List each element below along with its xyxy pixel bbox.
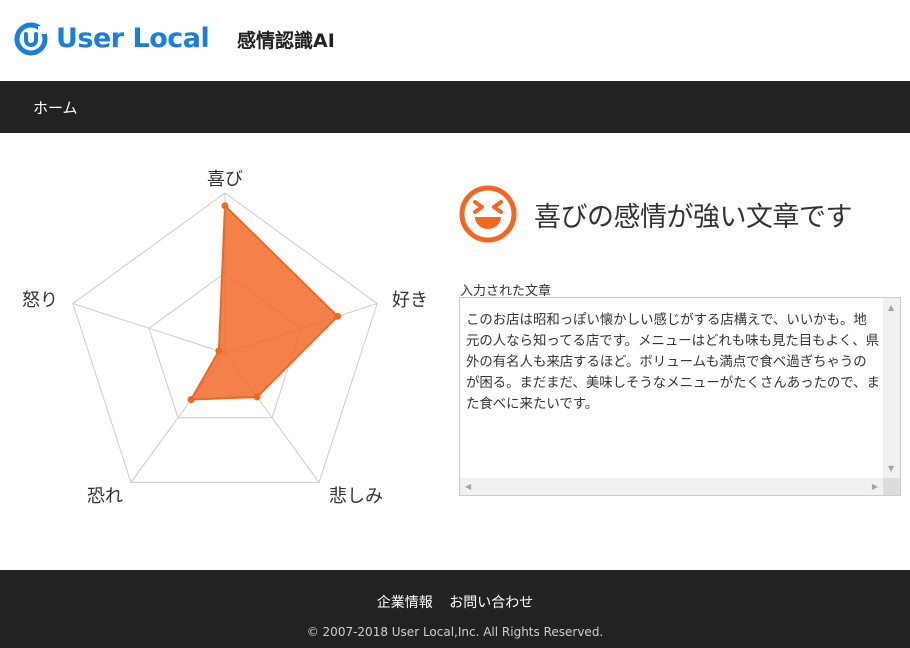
product-name: 感情認識AI — [237, 30, 335, 52]
laughing-face-icon — [459, 185, 517, 243]
copyright: © 2007-2018 User Local,Inc. All Rights R… — [306, 625, 604, 639]
nav-item-home[interactable]: ホーム — [33, 97, 78, 118]
radar-label-joy: 喜び — [207, 169, 243, 190]
radar-spoke — [72, 303, 226, 354]
radar-point-like — [334, 312, 342, 320]
scroll-up-icon[interactable]: ▲ — [888, 304, 894, 312]
radar-label-sadness: 悲しみ — [329, 486, 383, 507]
radar-point-anger — [215, 347, 223, 355]
input-text: このお店は昭和っぽい懐かしい感じがする店構えで、いいかも。地元の人なら知ってる店… — [466, 313, 880, 412]
main-nav: ホーム — [0, 81, 910, 133]
scroll-down-icon[interactable]: ▼ — [888, 465, 894, 473]
radar-point-fear — [187, 396, 195, 404]
horizontal-scrollbar[interactable]: ◀ ▶ — [460, 478, 883, 495]
site-footer: 企業情報 お問い合わせ © 2007-2018 User Local,Inc. … — [0, 570, 910, 648]
footer-links: 企業情報 お問い合わせ — [0, 592, 910, 612]
logo[interactable]: User Local — [14, 22, 210, 56]
radar-point-joy — [221, 202, 229, 210]
radar-label-like: 好き — [392, 290, 428, 311]
logo-text: User Local — [56, 23, 210, 54]
vertical-scrollbar[interactable]: ▲ ▼ — [883, 298, 900, 479]
radar-label-fear: 恐れ — [87, 486, 123, 507]
result-title: 喜びの感情が強い文章です — [534, 201, 853, 233]
result-header: 喜びの感情が強い文章です — [458, 183, 898, 245]
scroll-left-icon[interactable]: ◀ — [465, 483, 471, 491]
radar-data-area — [189, 203, 340, 401]
radar-label-anger: 怒り — [22, 290, 58, 311]
footer-link-contact[interactable]: お問い合わせ — [449, 595, 533, 611]
scrollbar-corner — [883, 478, 900, 495]
site-header: User Local 感情認識AI — [0, 0, 910, 81]
footer-link-company[interactable]: 企業情報 — [377, 595, 433, 611]
userlocal-logo-icon — [14, 22, 48, 56]
emotion-radar-chart: 喜び 好き 悲しみ 恐れ 怒り — [22, 169, 428, 507]
scroll-right-icon[interactable]: ▶ — [872, 483, 878, 491]
radar-point-sadness — [253, 393, 261, 401]
input-textarea[interactable]: このお店は昭和っぽい懐かしい感じがする店構えで、いいかも。地元の人なら知ってる店… — [459, 297, 901, 496]
